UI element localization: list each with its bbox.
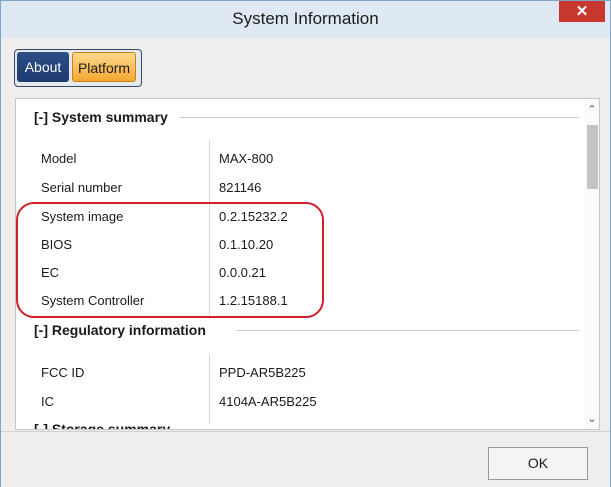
tab-about[interactable]: About — [17, 52, 69, 82]
row-label-ic: IC — [41, 394, 54, 409]
row-label-model: Model — [41, 151, 77, 166]
row-value-ic: 4104A-AR5B225 — [219, 394, 317, 409]
section-divider — [236, 330, 579, 331]
window-title: System Information — [232, 9, 379, 28]
column-divider — [209, 354, 210, 424]
close-button[interactable]: ✕ — [559, 1, 605, 22]
title-bar: System Information ✕ — [1, 1, 610, 38]
section-header-storage-summary[interactable]: [-] Storage summary — [34, 421, 170, 429]
tab-platform[interactable]: Platform — [72, 52, 136, 82]
system-information-window: System Information ✕ About Platform [-] … — [0, 0, 611, 487]
scroll-down-icon[interactable]: ⌄ — [585, 412, 599, 425]
ok-button[interactable]: OK — [488, 447, 588, 480]
section-header-system-summary[interactable]: [-] System summary — [34, 109, 168, 125]
dialog-footer: OK — [1, 431, 610, 487]
close-icon: ✕ — [575, 3, 589, 20]
row-value-model: MAX-800 — [219, 151, 274, 166]
info-panel: [-] System summary Model MAX-800 Serial … — [15, 98, 600, 430]
vertical-scrollbar[interactable]: ⌃ ⌄ — [585, 99, 599, 429]
row-value-fcc-id: PPD-AR5B225 — [219, 365, 306, 380]
scrollbar-thumb[interactable] — [587, 125, 598, 189]
row-label-fcc-id: FCC ID — [41, 365, 85, 380]
row-label-serial-number: Serial number — [41, 180, 122, 195]
section-header-regulatory-information[interactable]: [-] Regulatory information — [34, 322, 206, 338]
scroll-up-icon[interactable]: ⌃ — [585, 103, 599, 116]
highlight-annotation — [16, 202, 324, 318]
row-value-serial-number: 821146 — [219, 180, 262, 195]
section-divider — [179, 117, 579, 118]
tab-bar: About Platform — [14, 49, 142, 87]
